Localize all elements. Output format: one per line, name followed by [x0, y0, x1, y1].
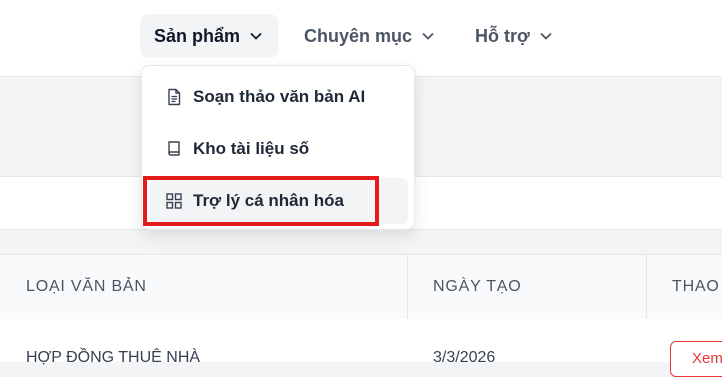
- table-header: LOẠI VĂN BẢN NGÀY TẠO THAO: [0, 254, 722, 320]
- column-divider: [407, 255, 408, 319]
- column-header-ngay-tao: NGÀY TẠO: [433, 278, 522, 295]
- menu-item-label: Kho tài liệu số: [193, 139, 310, 158]
- table-row: HỢP ĐỒNG THUÊ NHÀ 3/3/2026 Xem: [0, 319, 722, 377]
- chevron-down-icon: [540, 32, 552, 40]
- chevron-down-icon: [250, 32, 262, 40]
- nav-item-label: Chuyên mục: [304, 25, 413, 46]
- menu-item-tro-ly[interactable]: Trợ lý cá nhân hóa: [150, 178, 408, 224]
- column-header-loai-van-ban: LOẠI VĂN BẢN: [26, 278, 147, 295]
- menu-item-kho-tai-lieu[interactable]: Kho tài liệu số: [150, 126, 408, 172]
- cell-created-date: 3/3/2026: [433, 349, 496, 366]
- products-dropdown-menu: Soạn thảo văn bản AI Kho tài liệu số Trợ…: [141, 65, 415, 230]
- nav-item-chuyen-muc[interactable]: Chuyên mục: [304, 14, 434, 58]
- menu-item-label: Soạn thảo văn bản AI: [193, 87, 366, 106]
- menu-item-label: Trợ lý cá nhân hóa: [193, 191, 344, 210]
- menu-item-soan-thao[interactable]: Soạn thảo văn bản AI: [150, 74, 408, 120]
- grid-icon: [165, 192, 183, 210]
- nav-item-san-pham[interactable]: Sản phẩm: [140, 14, 278, 58]
- book-icon: [165, 140, 183, 158]
- chevron-down-icon: [422, 32, 434, 40]
- document-icon: [165, 88, 183, 106]
- nav-item-label: Sản phẩm: [154, 25, 241, 46]
- column-header-thao-tac: THAO: [672, 278, 720, 295]
- column-divider: [646, 255, 647, 319]
- cell-document-type: HỢP ĐỒNG THUÊ NHÀ: [26, 349, 201, 366]
- view-button[interactable]: Xem: [670, 341, 722, 377]
- nav-item-label: Hỗ trợ: [475, 25, 530, 46]
- nav-item-ho-tro[interactable]: Hỗ trợ: [475, 14, 552, 58]
